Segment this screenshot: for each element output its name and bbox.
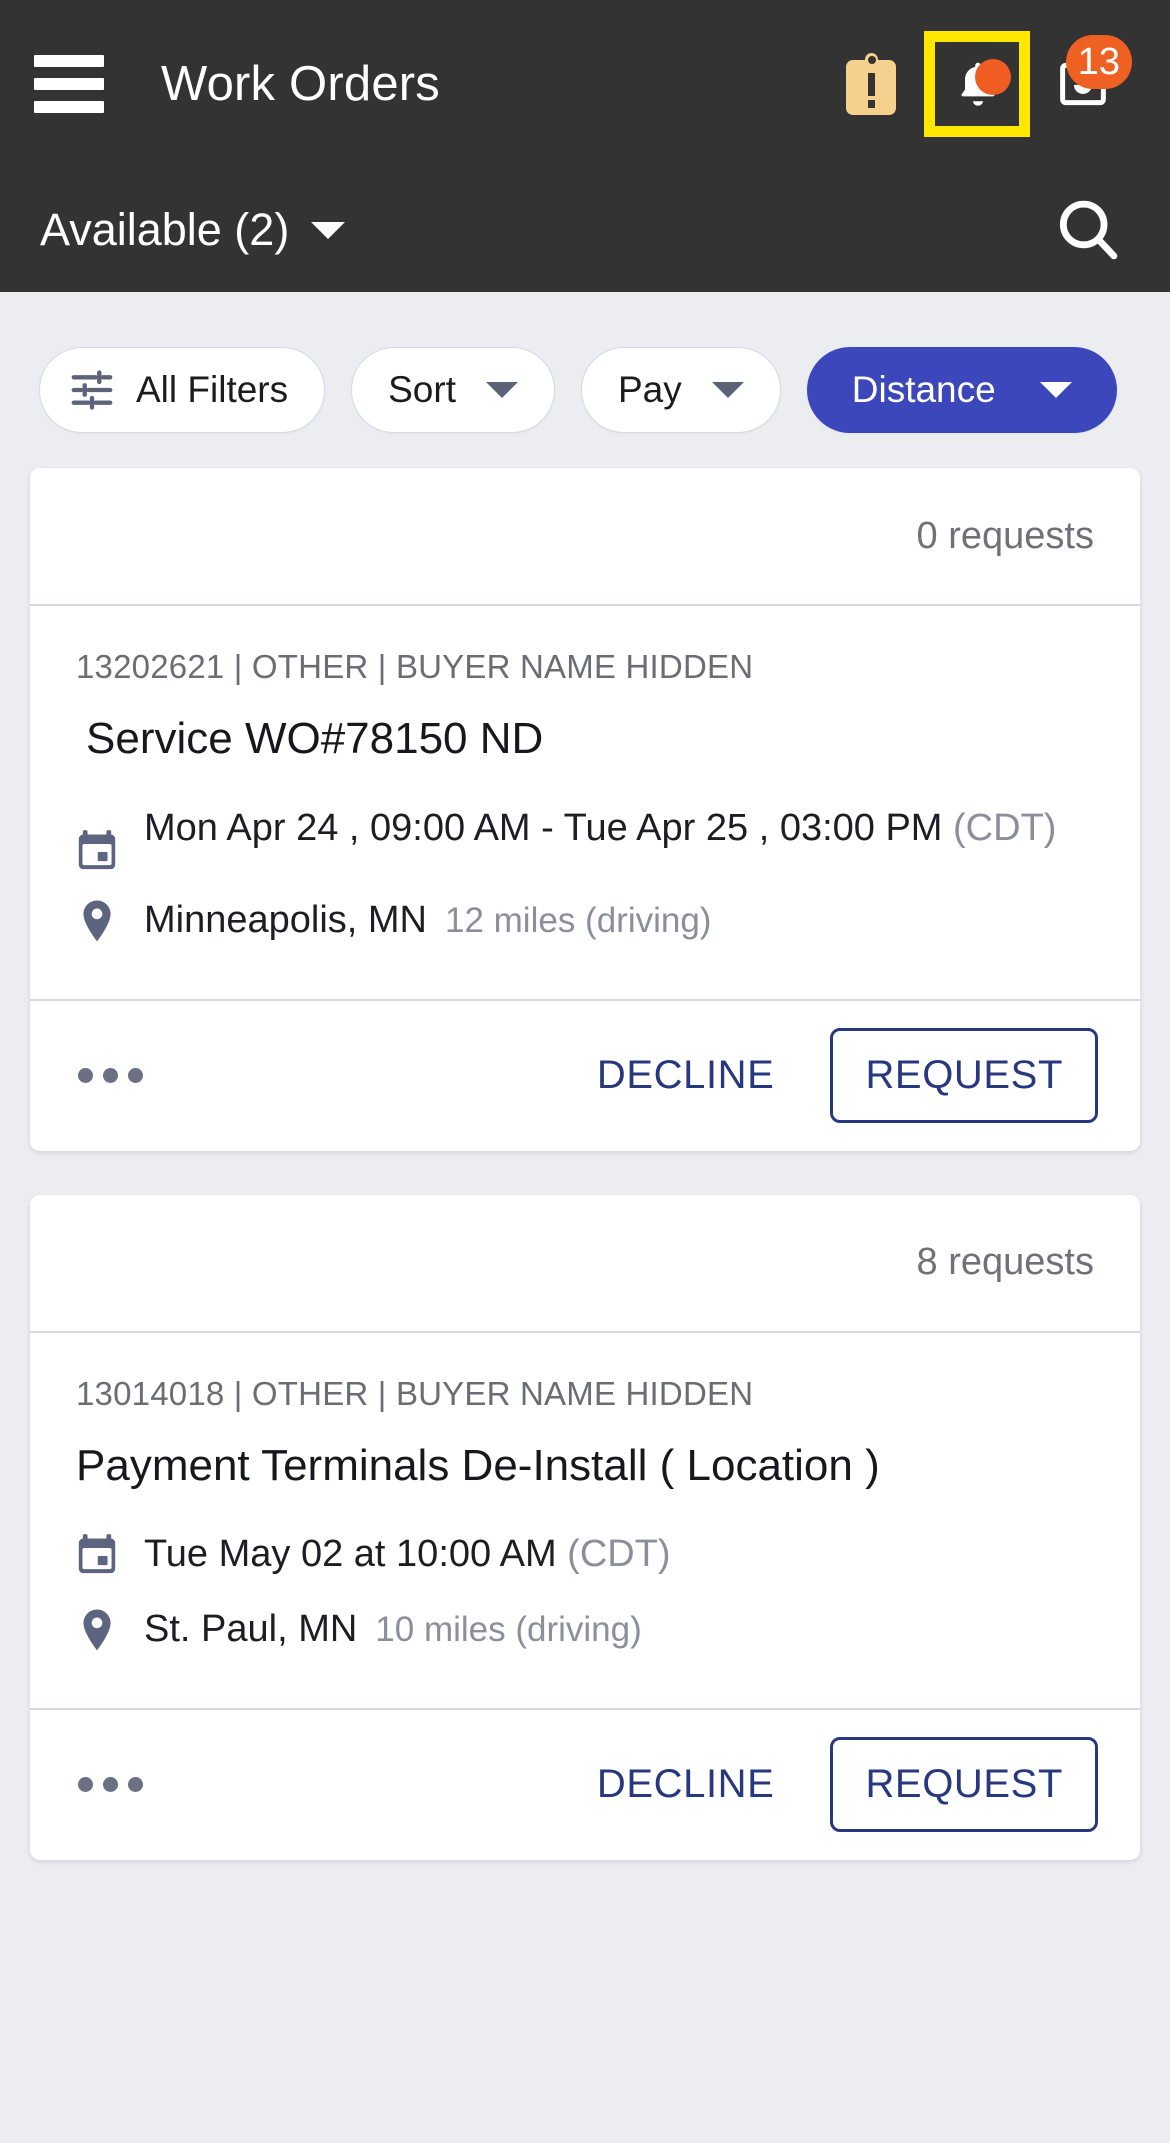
hamburger-menu-icon[interactable] xyxy=(34,55,104,113)
calendar-icon xyxy=(76,803,118,871)
top-app-bar: Work Orders xyxy=(0,0,1170,292)
chevron-down-icon xyxy=(1040,382,1072,398)
request-button[interactable]: REQUEST xyxy=(830,1737,1098,1832)
schedule-timezone: (CDT) xyxy=(953,807,1056,849)
more-dot xyxy=(103,1777,118,1792)
request-button[interactable]: REQUEST xyxy=(830,1028,1098,1123)
schedule-datetime: Mon Apr 24 , 09:00 AM - Tue Apr 25 , 03:… xyxy=(144,807,942,849)
card-header: 8 requests xyxy=(30,1195,1140,1333)
filter-chip-row: All Filters Sort Pay Distance xyxy=(0,292,1170,444)
map-pin-icon xyxy=(76,1606,118,1652)
status-filter-label: Available (2) xyxy=(40,204,289,256)
schedule-text: Tue May 02 at 10:00 AM (CDT) xyxy=(144,1529,671,1579)
distance-chip[interactable]: Distance xyxy=(807,347,1117,433)
request-count: 0 requests xyxy=(917,515,1094,558)
notifications-bell-button[interactable] xyxy=(924,31,1030,137)
distance-label: Distance xyxy=(852,369,996,411)
all-filters-label: All Filters xyxy=(136,369,288,411)
chevron-down-icon xyxy=(486,382,518,398)
location-name: Minneapolis, MN xyxy=(144,899,427,941)
more-dot xyxy=(128,1068,143,1083)
work-order-card[interactable]: 0 requests 13202621 | OTHER | BUYER NAME… xyxy=(30,468,1140,1151)
clipboard-exclamation-dot xyxy=(868,100,875,108)
schedule-row: Tue May 02 at 10:00 AM (CDT) xyxy=(76,1529,1094,1579)
all-filters-chip[interactable]: All Filters xyxy=(39,347,325,433)
decline-button[interactable]: DECLINE xyxy=(579,1039,793,1112)
clipboard-clip-hole xyxy=(868,56,876,64)
app-bar-primary-row: Work Orders xyxy=(0,0,1170,168)
app-bar-secondary-row: Available (2) xyxy=(0,168,1170,292)
work-order-card[interactable]: 8 requests 13014018 | OTHER | BUYER NAME… xyxy=(30,1195,1140,1860)
status-filter-dropdown[interactable]: Available (2) xyxy=(40,204,345,256)
more-dot xyxy=(103,1068,118,1083)
more-dot xyxy=(78,1068,93,1083)
more-horizontal-icon[interactable] xyxy=(78,1777,143,1792)
schedule-text: Mon Apr 24 , 09:00 AM - Tue Apr 25 , 03:… xyxy=(144,803,1056,853)
card-action-row: DECLINE REQUEST xyxy=(30,1708,1140,1860)
tune-sliders-icon xyxy=(70,370,114,410)
app-screen: Work Orders xyxy=(0,0,1170,2143)
map-pin-icon xyxy=(76,897,118,943)
sort-label: Sort xyxy=(388,369,456,411)
work-order-title: Payment Terminals De-Install ( Location … xyxy=(76,1441,1094,1492)
inbox-archive-button[interactable]: 13 xyxy=(1030,31,1136,137)
more-dot xyxy=(128,1777,143,1792)
search-button[interactable] xyxy=(1046,188,1130,272)
more-dot xyxy=(78,1777,93,1792)
clipboard-alert-icon xyxy=(846,53,896,115)
schedule-timezone: (CDT) xyxy=(567,1533,670,1575)
schedule-row: Mon Apr 24 , 09:00 AM - Tue Apr 25 , 03:… xyxy=(76,803,1094,871)
work-order-meta: 13014018 | OTHER | BUYER NAME HIDDEN xyxy=(76,1375,1094,1413)
pay-label: Pay xyxy=(618,369,682,411)
card-header: 0 requests xyxy=(30,468,1140,606)
schedule-datetime: Tue May 02 at 10:00 AM xyxy=(144,1533,557,1575)
work-order-title: Service WO#78150 ND xyxy=(76,714,1094,765)
inbox-count-badge: 13 xyxy=(1066,35,1132,89)
location-name: St. Paul, MN xyxy=(144,1608,357,1650)
more-horizontal-icon[interactable] xyxy=(78,1068,143,1083)
chevron-down-icon xyxy=(712,382,744,398)
location-text: St. Paul, MN 10 miles (driving) xyxy=(144,1604,642,1654)
hamburger-bar xyxy=(34,55,104,67)
card-body: 13202621 | OTHER | BUYER NAME HIDDEN Ser… xyxy=(30,606,1140,999)
app-bar-actions: 13 xyxy=(818,31,1136,137)
card-action-row: DECLINE REQUEST xyxy=(30,999,1140,1151)
clipboard-exclamation-bar xyxy=(868,73,875,96)
decline-button[interactable]: DECLINE xyxy=(579,1748,793,1821)
hamburger-bar xyxy=(34,78,104,90)
work-order-list: 0 requests 13202621 | OTHER | BUYER NAME… xyxy=(0,444,1170,1860)
work-order-meta: 13202621 | OTHER | BUYER NAME HIDDEN xyxy=(76,648,1094,686)
location-text: Minneapolis, MN 12 miles (driving) xyxy=(144,895,711,945)
location-row: St. Paul, MN 10 miles (driving) xyxy=(76,1604,1094,1654)
request-count: 8 requests xyxy=(917,1241,1094,1284)
distance-text: 10 miles (driving) xyxy=(375,1610,641,1649)
bell-unread-dot xyxy=(975,59,1011,95)
sort-chip[interactable]: Sort xyxy=(351,347,555,433)
calendar-icon xyxy=(76,1529,118,1575)
clipboard-alert-button[interactable] xyxy=(818,31,924,137)
chevron-down-icon xyxy=(311,222,345,239)
pay-chip[interactable]: Pay xyxy=(581,347,781,433)
distance-text: 12 miles (driving) xyxy=(445,901,711,940)
page-title: Work Orders xyxy=(161,56,440,112)
card-body: 13014018 | OTHER | BUYER NAME HIDDEN Pay… xyxy=(30,1333,1140,1708)
hamburger-bar xyxy=(34,101,104,113)
location-row: Minneapolis, MN 12 miles (driving) xyxy=(76,895,1094,945)
